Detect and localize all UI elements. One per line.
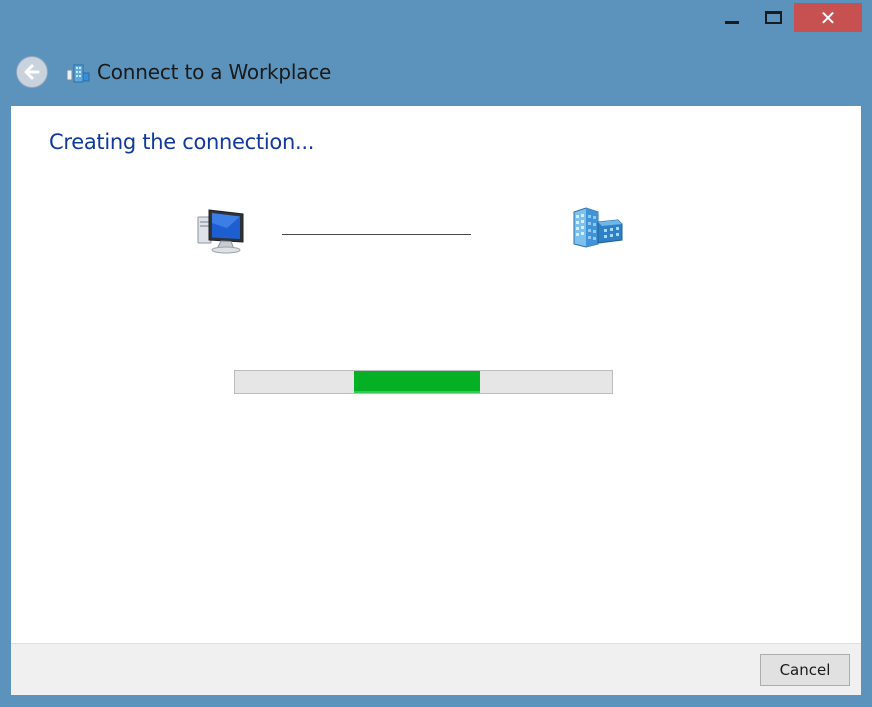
window-title: Connect to a Workplace: [97, 60, 332, 84]
progress-fill: [354, 371, 480, 393]
computer-icon: [197, 209, 244, 254]
back-arrow-icon: [24, 64, 40, 80]
cancel-button[interactable]: Cancel: [760, 654, 850, 686]
page-heading: Creating the connection...: [49, 130, 315, 154]
back-button[interactable]: [16, 56, 48, 88]
dialog-footer: Cancel: [11, 643, 861, 695]
close-button[interactable]: ✕: [794, 3, 862, 32]
connection-line: [282, 234, 471, 235]
minimize-icon: [725, 20, 739, 24]
maximize-button[interactable]: [756, 2, 790, 32]
workplace-network-icon: [66, 64, 90, 83]
workplace-server-icon: [573, 207, 623, 248]
minimize-button[interactable]: [714, 2, 750, 32]
maximize-icon: [764, 10, 782, 24]
content-panel: Creating the connection...: [11, 106, 861, 643]
connection-progress-bar: [234, 370, 613, 394]
close-icon: ✕: [819, 5, 837, 30]
dialog-window: ✕ Connect to a Workplace Creating the co…: [0, 0, 872, 707]
